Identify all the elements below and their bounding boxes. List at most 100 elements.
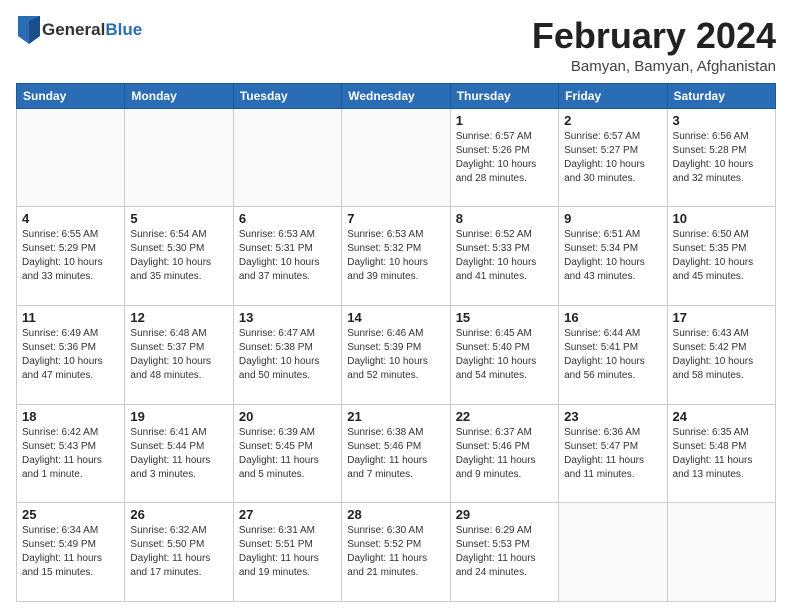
logo-blue: Blue xyxy=(105,20,142,39)
calendar-cell: 16 Sunrise: 6:44 AM Sunset: 5:41 PM Dayli… xyxy=(559,305,667,404)
day-number: 5 xyxy=(130,211,227,226)
day-header-friday: Friday xyxy=(559,83,667,108)
calendar-cell: 9 Sunrise: 6:51 AM Sunset: 5:34 PM Daylig… xyxy=(559,207,667,306)
location-title: Bamyan, Bamyan, Afghanistan xyxy=(532,58,776,75)
day-info: Sunrise: 6:55 AM Sunset: 5:29 PM Dayligh… xyxy=(22,228,119,284)
calendar-cell: 8 Sunrise: 6:52 AM Sunset: 5:33 PM Daylig… xyxy=(450,207,558,306)
day-number: 18 xyxy=(22,409,119,424)
calendar-table: SundayMondayTuesdayWednesdayThursdayFrid… xyxy=(16,83,776,602)
header-row: SundayMondayTuesdayWednesdayThursdayFrid… xyxy=(17,83,776,108)
day-info: Sunrise: 6:36 AM Sunset: 5:47 PM Dayligh… xyxy=(564,426,661,482)
calendar-cell: 3Sunrise: 6:56 AM Sunset: 5:28 PM Daylig… xyxy=(667,108,775,207)
day-info: Sunrise: 6:47 AM Sunset: 5:38 PM Dayligh… xyxy=(239,327,336,383)
day-info: Sunrise: 6:53 AM Sunset: 5:31 PM Dayligh… xyxy=(239,228,336,284)
calendar-cell: 20 Sunrise: 6:39 AM Sunset: 5:45 PM Dayli… xyxy=(233,404,341,503)
day-number: 27 xyxy=(239,507,336,522)
day-info: Sunrise: 6:30 AM Sunset: 5:52 PM Dayligh… xyxy=(347,524,444,580)
day-info: Sunrise: 6:44 AM Sunset: 5:41 PM Dayligh… xyxy=(564,327,661,383)
calendar-cell: 10Sunrise: 6:50 AM Sunset: 5:35 PM Dayli… xyxy=(667,207,775,306)
day-info: Sunrise: 6:48 AM Sunset: 5:37 PM Dayligh… xyxy=(130,327,227,383)
day-header-thursday: Thursday xyxy=(450,83,558,108)
day-info: Sunrise: 6:57 AM Sunset: 5:27 PM Dayligh… xyxy=(564,130,661,186)
calendar-cell: 21 Sunrise: 6:38 AM Sunset: 5:46 PM Dayli… xyxy=(342,404,450,503)
page: GeneralBlue February 2024 Bamyan, Bamyan… xyxy=(0,0,792,612)
calendar-cell: 18Sunrise: 6:42 AM Sunset: 5:43 PM Dayli… xyxy=(17,404,125,503)
day-number: 2 xyxy=(564,113,661,128)
day-number: 17 xyxy=(673,310,770,325)
logo-text: GeneralBlue xyxy=(42,20,142,40)
day-number: 26 xyxy=(130,507,227,522)
day-number: 13 xyxy=(239,310,336,325)
calendar-cell: 22 Sunrise: 6:37 AM Sunset: 5:46 PM Dayli… xyxy=(450,404,558,503)
calendar-cell: 6 Sunrise: 6:53 AM Sunset: 5:31 PM Daylig… xyxy=(233,207,341,306)
calendar-cell xyxy=(342,108,450,207)
day-number: 11 xyxy=(22,310,119,325)
calendar-cell: 4 Sunrise: 6:55 AM Sunset: 5:29 PM Daylig… xyxy=(17,207,125,306)
day-number: 24 xyxy=(673,409,770,424)
week-row: 11Sunrise: 6:49 AM Sunset: 5:36 PM Dayli… xyxy=(17,305,776,404)
day-info: Sunrise: 6:31 AM Sunset: 5:51 PM Dayligh… xyxy=(239,524,336,580)
calendar-cell: 23 Sunrise: 6:36 AM Sunset: 5:47 PM Dayli… xyxy=(559,404,667,503)
day-number: 6 xyxy=(239,211,336,226)
day-number: 3 xyxy=(673,113,770,128)
day-info: Sunrise: 6:46 AM Sunset: 5:39 PM Dayligh… xyxy=(347,327,444,383)
day-number: 15 xyxy=(456,310,553,325)
logo-icon xyxy=(18,16,40,44)
calendar-cell: 24 Sunrise: 6:35 AM Sunset: 5:48 PM Dayli… xyxy=(667,404,775,503)
month-title: February 2024 xyxy=(532,16,776,56)
calendar-cell xyxy=(233,108,341,207)
day-number: 12 xyxy=(130,310,227,325)
day-number: 7 xyxy=(347,211,444,226)
day-info: Sunrise: 6:34 AM Sunset: 5:49 PM Dayligh… xyxy=(22,524,119,580)
header: GeneralBlue February 2024 Bamyan, Bamyan… xyxy=(16,16,776,75)
calendar-cell: 29Sunrise: 6:29 AM Sunset: 5:53 PM Dayli… xyxy=(450,503,558,602)
day-info: Sunrise: 6:43 AM Sunset: 5:42 PM Dayligh… xyxy=(673,327,770,383)
calendar-cell: 1 Sunrise: 6:57 AM Sunset: 5:26 PM Daylig… xyxy=(450,108,558,207)
week-row: 18Sunrise: 6:42 AM Sunset: 5:43 PM Dayli… xyxy=(17,404,776,503)
day-number: 9 xyxy=(564,211,661,226)
day-info: Sunrise: 6:54 AM Sunset: 5:30 PM Dayligh… xyxy=(130,228,227,284)
day-number: 19 xyxy=(130,409,227,424)
calendar-cell: 27 Sunrise: 6:31 AM Sunset: 5:51 PM Dayli… xyxy=(233,503,341,602)
day-info: Sunrise: 6:38 AM Sunset: 5:46 PM Dayligh… xyxy=(347,426,444,482)
calendar-cell: 2 Sunrise: 6:57 AM Sunset: 5:27 PM Daylig… xyxy=(559,108,667,207)
calendar-cell: 19 Sunrise: 6:41 AM Sunset: 5:44 PM Dayli… xyxy=(125,404,233,503)
week-row: 25 Sunrise: 6:34 AM Sunset: 5:49 PM Dayli… xyxy=(17,503,776,602)
day-info: Sunrise: 6:41 AM Sunset: 5:44 PM Dayligh… xyxy=(130,426,227,482)
calendar-cell xyxy=(559,503,667,602)
day-info: Sunrise: 6:57 AM Sunset: 5:26 PM Dayligh… xyxy=(456,130,553,186)
calendar-cell: 25 Sunrise: 6:34 AM Sunset: 5:49 PM Dayli… xyxy=(17,503,125,602)
day-number: 4 xyxy=(22,211,119,226)
calendar-cell: 28 Sunrise: 6:30 AM Sunset: 5:52 PM Dayli… xyxy=(342,503,450,602)
calendar-cell: 17 Sunrise: 6:43 AM Sunset: 5:42 PM Dayli… xyxy=(667,305,775,404)
day-number: 21 xyxy=(347,409,444,424)
day-header-tuesday: Tuesday xyxy=(233,83,341,108)
day-number: 8 xyxy=(456,211,553,226)
calendar-cell: 14Sunrise: 6:46 AM Sunset: 5:39 PM Dayli… xyxy=(342,305,450,404)
calendar-cell: 15 Sunrise: 6:45 AM Sunset: 5:40 PM Dayli… xyxy=(450,305,558,404)
day-number: 16 xyxy=(564,310,661,325)
day-info: Sunrise: 6:52 AM Sunset: 5:33 PM Dayligh… xyxy=(456,228,553,284)
logo-general: General xyxy=(42,20,105,39)
week-row: 4 Sunrise: 6:55 AM Sunset: 5:29 PM Daylig… xyxy=(17,207,776,306)
day-number: 23 xyxy=(564,409,661,424)
day-number: 28 xyxy=(347,507,444,522)
day-info: Sunrise: 6:32 AM Sunset: 5:50 PM Dayligh… xyxy=(130,524,227,580)
title-block: February 2024 Bamyan, Bamyan, Afghanista… xyxy=(532,16,776,75)
calendar-cell xyxy=(17,108,125,207)
day-info: Sunrise: 6:45 AM Sunset: 5:40 PM Dayligh… xyxy=(456,327,553,383)
day-number: 25 xyxy=(22,507,119,522)
calendar-cell: 12 Sunrise: 6:48 AM Sunset: 5:37 PM Dayli… xyxy=(125,305,233,404)
day-info: Sunrise: 6:37 AM Sunset: 5:46 PM Dayligh… xyxy=(456,426,553,482)
day-info: Sunrise: 6:53 AM Sunset: 5:32 PM Dayligh… xyxy=(347,228,444,284)
logo: GeneralBlue xyxy=(16,16,142,44)
day-number: 1 xyxy=(456,113,553,128)
day-number: 20 xyxy=(239,409,336,424)
day-info: Sunrise: 6:29 AM Sunset: 5:53 PM Dayligh… xyxy=(456,524,553,580)
day-number: 22 xyxy=(456,409,553,424)
week-row: 1 Sunrise: 6:57 AM Sunset: 5:26 PM Daylig… xyxy=(17,108,776,207)
day-info: Sunrise: 6:35 AM Sunset: 5:48 PM Dayligh… xyxy=(673,426,770,482)
day-info: Sunrise: 6:39 AM Sunset: 5:45 PM Dayligh… xyxy=(239,426,336,482)
calendar-cell xyxy=(667,503,775,602)
day-info: Sunrise: 6:51 AM Sunset: 5:34 PM Dayligh… xyxy=(564,228,661,284)
